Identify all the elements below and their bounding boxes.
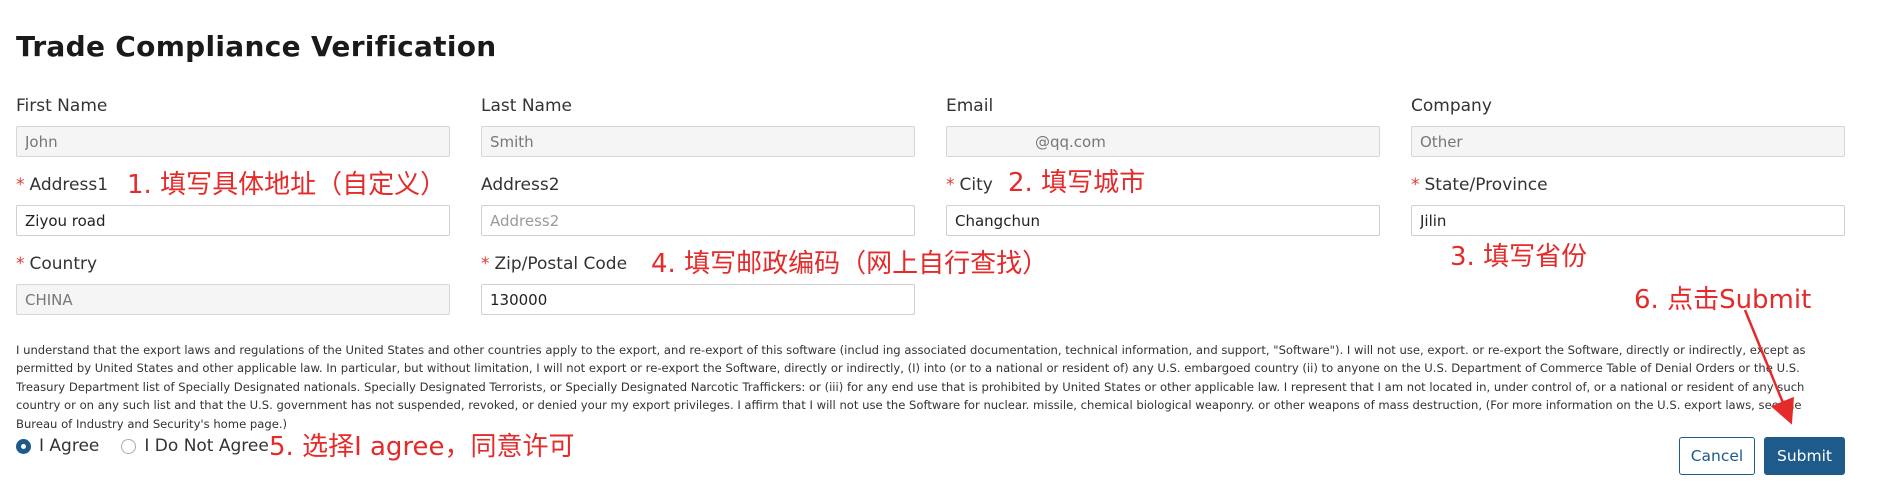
scrollbar-track[interactable] — [1864, 0, 1882, 497]
annotation-arrow — [1743, 309, 1794, 425]
